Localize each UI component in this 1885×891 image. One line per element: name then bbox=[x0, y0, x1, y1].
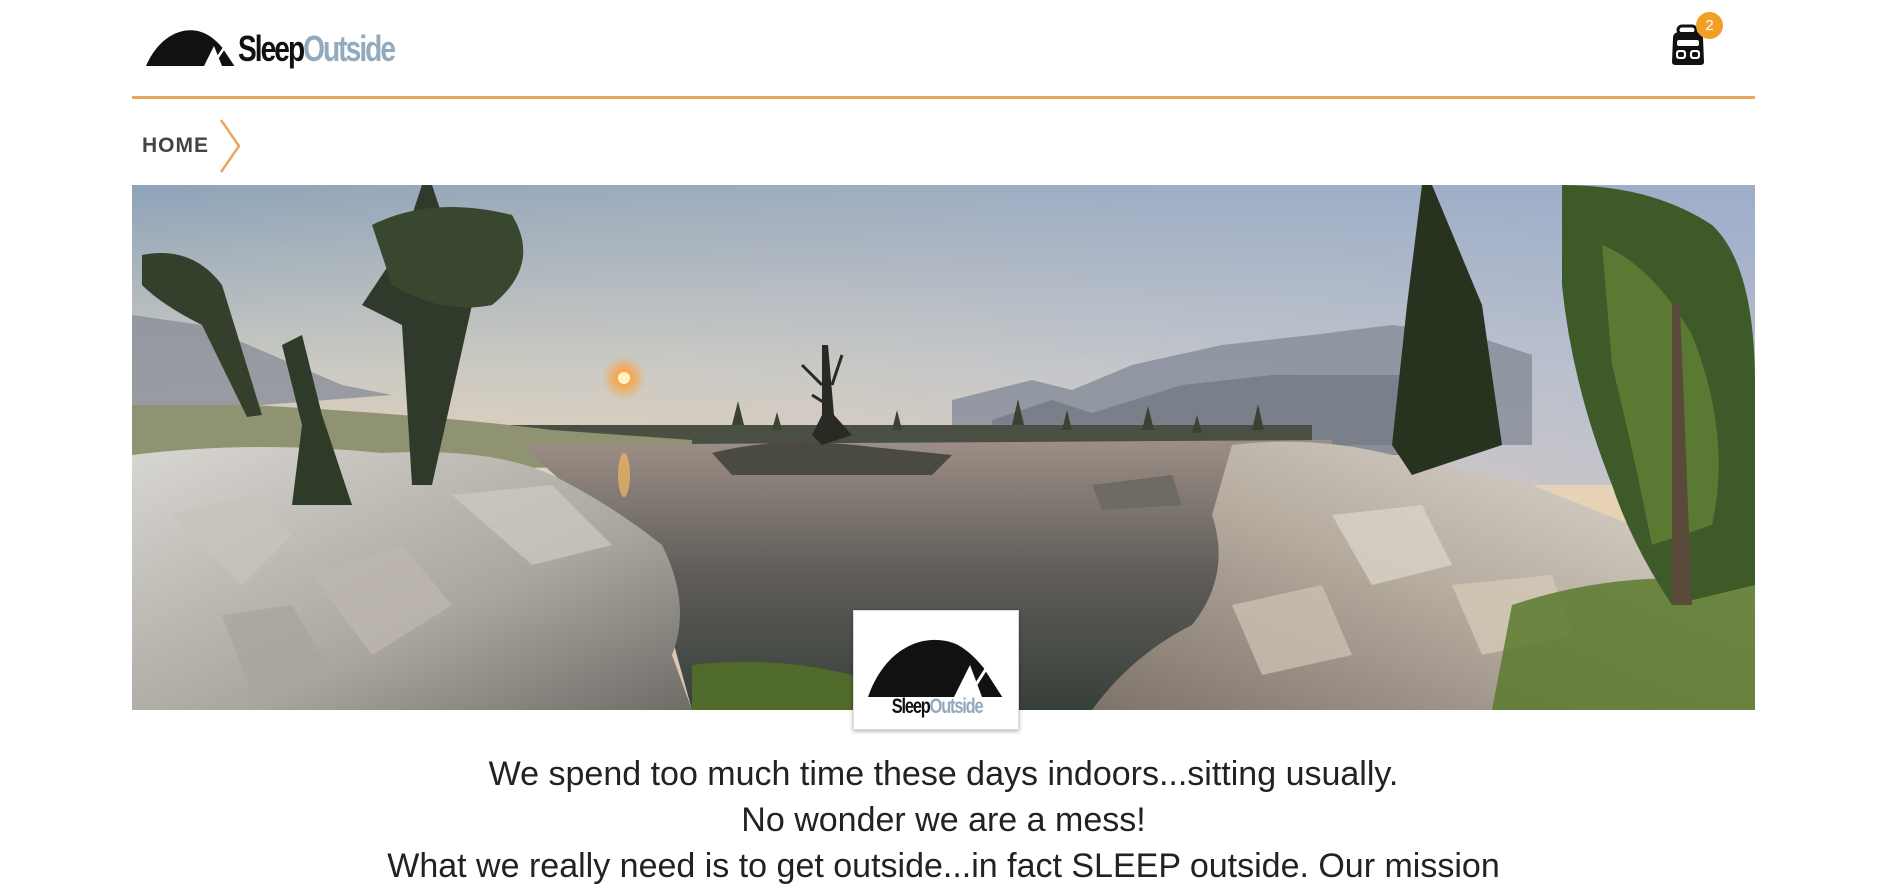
logo-word-outside: Outside bbox=[303, 28, 396, 69]
site-logo[interactable]: SleepOutside bbox=[146, 22, 438, 68]
badge-word-outside: Outside bbox=[929, 695, 984, 718]
cart-button[interactable]: 2 bbox=[1668, 12, 1723, 66]
chevron-right-icon bbox=[219, 119, 241, 173]
site-header: SleepOutside 2 bbox=[132, 0, 1755, 99]
logo-wordmark: SleepOutside bbox=[238, 28, 396, 69]
mission-line: We spend too much time these days indoor… bbox=[488, 755, 1399, 793]
mission-line: No wonder we are a mess! bbox=[741, 801, 1146, 839]
logo-word-sleep: Sleep bbox=[238, 28, 305, 69]
mission-line: What we really need is to get outside...… bbox=[387, 847, 1500, 885]
breadcrumb-home[interactable]: HOME bbox=[142, 134, 209, 158]
tent-logo-icon bbox=[868, 639, 1006, 698]
hero-logo-badge: SleepOutside bbox=[853, 610, 1019, 730]
tent-logo-icon bbox=[146, 30, 238, 67]
badge-word-sleep: Sleep bbox=[891, 695, 931, 718]
breadcrumb: HOME bbox=[142, 116, 243, 176]
badge-wordmark: SleepOutside bbox=[854, 695, 1020, 719]
mission-statement: We spend too much time these days indoor… bbox=[132, 751, 1755, 889]
cart-count-badge: 2 bbox=[1696, 12, 1723, 39]
